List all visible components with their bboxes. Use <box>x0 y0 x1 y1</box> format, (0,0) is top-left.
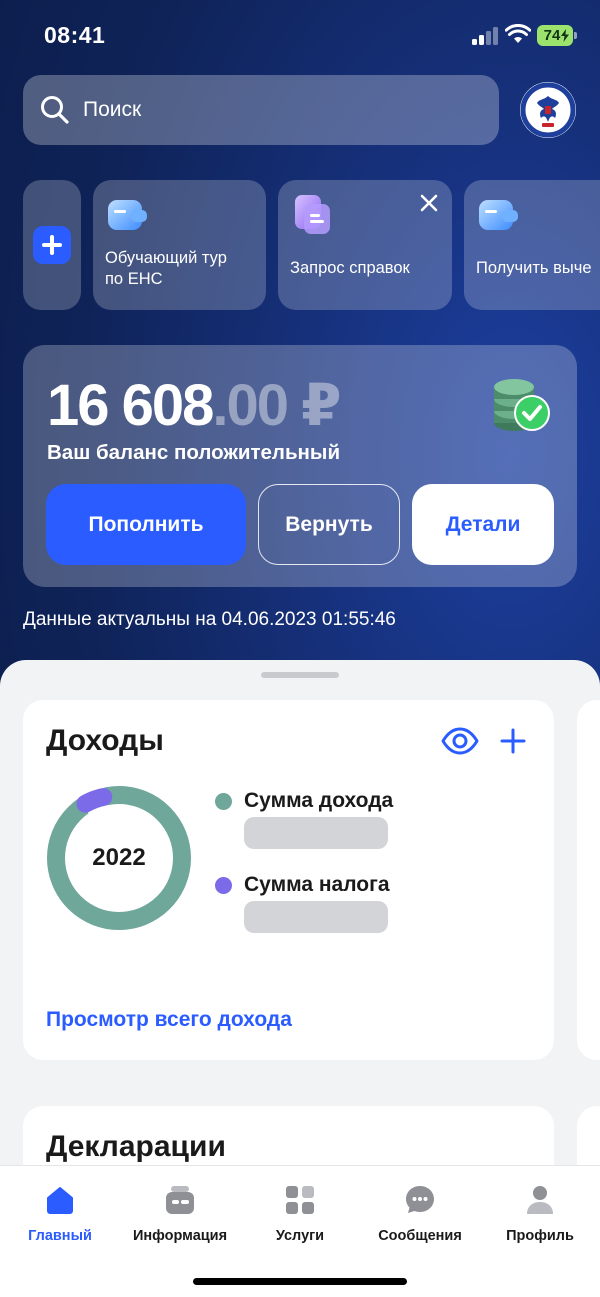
document-icon <box>295 195 330 234</box>
balance-amount: 16 608.00 ₽ <box>47 371 342 439</box>
data-freshness-text: Данные актуальны на 04.06.2023 01:55:46 <box>23 609 396 630</box>
add-quick-action-button[interactable] <box>23 180 81 310</box>
sheet-grabber[interactable] <box>261 672 339 678</box>
status-bar: 08:41 74 <box>0 0 600 70</box>
tab-information[interactable]: Информация <box>120 1184 240 1244</box>
quick-action-deduction[interactable]: Получить выче <box>464 180 600 310</box>
next-card-peek[interactable] <box>577 700 600 1060</box>
coins-check-icon <box>494 379 550 431</box>
return-button[interactable]: Вернуть <box>258 484 400 565</box>
declarations-title: Декларации <box>46 1130 226 1163</box>
home-indicator[interactable] <box>193 1278 407 1285</box>
tax-legend-dot <box>215 877 232 894</box>
donut-year-label: 2022 <box>92 844 146 871</box>
app-screen: 08:41 74 Поиск Обучающий тур по ЕНС Запр… <box>0 0 600 1297</box>
tab-services[interactable]: Услуги <box>240 1184 360 1244</box>
balance-amount-int: 16 608 <box>47 373 214 438</box>
quick-action-label: Получить выче <box>476 259 592 277</box>
plus-icon <box>33 226 71 264</box>
tab-label: Информация <box>132 1228 228 1244</box>
fns-emblem-icon[interactable] <box>520 82 576 138</box>
tab-home[interactable]: Главный <box>0 1184 120 1244</box>
tab-messages[interactable]: Сообщения <box>360 1184 480 1244</box>
plus-icon[interactable] <box>500 728 526 754</box>
battery-cap <box>574 32 577 39</box>
income-legend-label: Сумма дохода <box>244 789 394 812</box>
wifi-icon <box>505 24 531 43</box>
profile-icon <box>527 1186 553 1214</box>
tab-label: Профиль <box>506 1228 574 1244</box>
income-card[interactable]: Доходы 2022 Сумма дохода Сумма налога Пр <box>23 700 554 1060</box>
quick-action-certificates[interactable]: Запрос справок <box>278 180 452 310</box>
quick-action-label: Обучающий тур по ЕНС <box>105 249 227 288</box>
grid-icon <box>286 1186 314 1214</box>
wallet-icon <box>108 200 147 230</box>
balance-amount-dec: .00 ₽ <box>212 373 341 438</box>
balance-card: 16 608.00 ₽ Ваш баланс положительный Поп… <box>23 345 577 587</box>
income-amount-placeholder <box>244 817 388 849</box>
eye-icon[interactable] <box>441 726 479 756</box>
topup-button[interactable]: Пополнить <box>46 484 246 565</box>
wallet-icon <box>479 200 518 230</box>
tab-label: Сообщения <box>378 1228 462 1244</box>
info-box-icon <box>166 1186 194 1214</box>
income-title: Доходы <box>46 724 164 757</box>
tab-label: Услуги <box>275 1228 325 1244</box>
charging-bolt-icon <box>561 29 569 42</box>
signal-icon <box>472 27 500 45</box>
details-button[interactable]: Детали <box>412 484 554 565</box>
balance-status: Ваш баланс положительный <box>47 441 341 464</box>
home-icon <box>47 1187 73 1214</box>
search-placeholder: Поиск <box>83 98 142 121</box>
search-input[interactable]: Поиск <box>23 75 499 145</box>
tab-profile[interactable]: Профиль <box>480 1184 600 1244</box>
chat-icon <box>406 1186 434 1213</box>
quick-action-label: Запрос справок <box>290 259 410 277</box>
view-all-income-link[interactable]: Просмотр всего дохода <box>46 1008 292 1032</box>
quick-actions: Обучающий тур по ЕНС Запрос справок Полу… <box>0 180 600 310</box>
quick-action-ens-tour[interactable]: Обучающий тур по ЕНС <box>93 180 266 310</box>
search-icon <box>41 96 69 124</box>
tax-legend-label: Сумма налога <box>244 873 390 896</box>
battery-indicator: 74 <box>537 25 573 46</box>
income-legend-dot <box>215 793 232 810</box>
close-icon[interactable] <box>420 194 438 212</box>
tax-amount-placeholder <box>244 901 388 933</box>
status-time: 08:41 <box>44 22 106 48</box>
tab-label: Главный <box>28 1228 92 1244</box>
